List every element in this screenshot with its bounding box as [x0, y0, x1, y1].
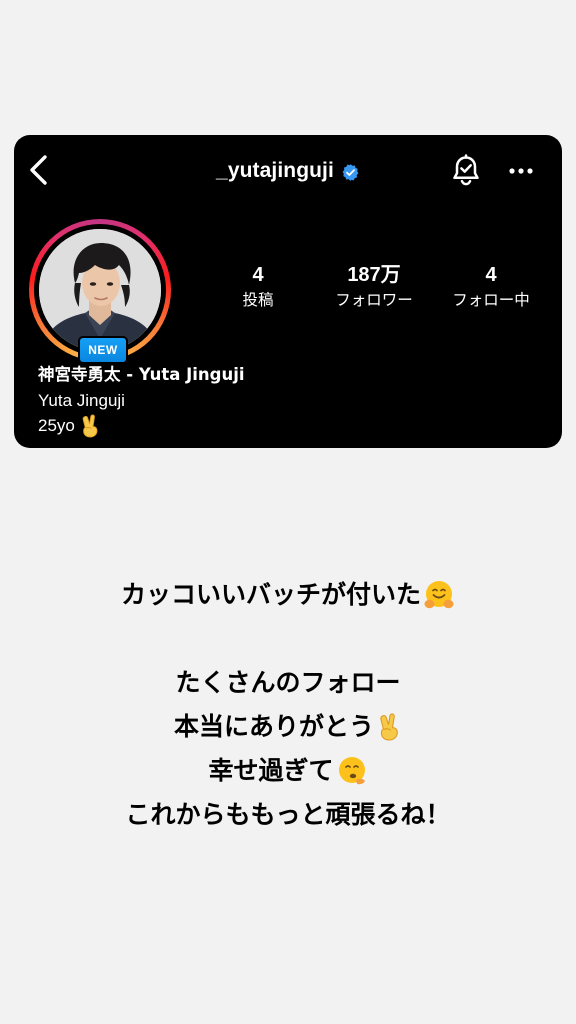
verified-badge-icon: [341, 163, 360, 182]
new-badge: NEW: [78, 336, 128, 364]
more-options-button[interactable]: [504, 157, 538, 185]
following-stat[interactable]: 4 フォロー中: [436, 263, 546, 311]
more-horizontal-icon: [509, 168, 533, 174]
message-line-4: 幸せ過ぎて: [208, 756, 334, 785]
notification-button[interactable]: [448, 153, 484, 189]
following-count: 4: [485, 264, 497, 286]
username: _yutajinguji: [216, 159, 334, 182]
message-line-2: たくさんのフォロー: [175, 668, 401, 697]
posts-count: 4: [252, 264, 264, 286]
display-name: 神宮寺勇太 - Yuta Jinguji: [38, 365, 245, 384]
followers-label: フォロワー: [335, 291, 413, 309]
following-label: フォロー中: [452, 291, 530, 309]
bell-check-icon: [453, 154, 479, 186]
victory-hand-emoji-icon: [82, 414, 98, 438]
message-text: カッコいいバッチが付いた たくさんのフォロー 本当にありがとう 幸せ過ぎて これ…: [0, 573, 576, 837]
posts-label: 投稿: [242, 291, 274, 309]
bio-age: 25yo: [38, 416, 75, 435]
bio-line: 25yo: [38, 414, 101, 438]
hugging-face-emoji-icon: [424, 581, 454, 609]
avatar: [39, 229, 161, 351]
bio-line: Yuta Jinguji: [38, 391, 125, 410]
message-line-3: 本当にありがとう: [173, 712, 374, 741]
victory-hand-emoji-icon: [380, 713, 398, 741]
profile-card: _yutajinguji NEW 4 投稿 187万 フォロワー 4 フォロー中…: [14, 135, 562, 448]
message-line-5: これからももっと頑張るね！: [125, 800, 451, 829]
followers-stat[interactable]: 187万 フォロワー: [319, 263, 429, 311]
face-holding-back-tears-emoji-icon: [338, 757, 365, 785]
message-line-1: カッコいいバッチが付いた: [120, 580, 421, 609]
posts-stat[interactable]: 4 投稿: [203, 263, 313, 311]
followers-count: 187万: [347, 264, 401, 286]
